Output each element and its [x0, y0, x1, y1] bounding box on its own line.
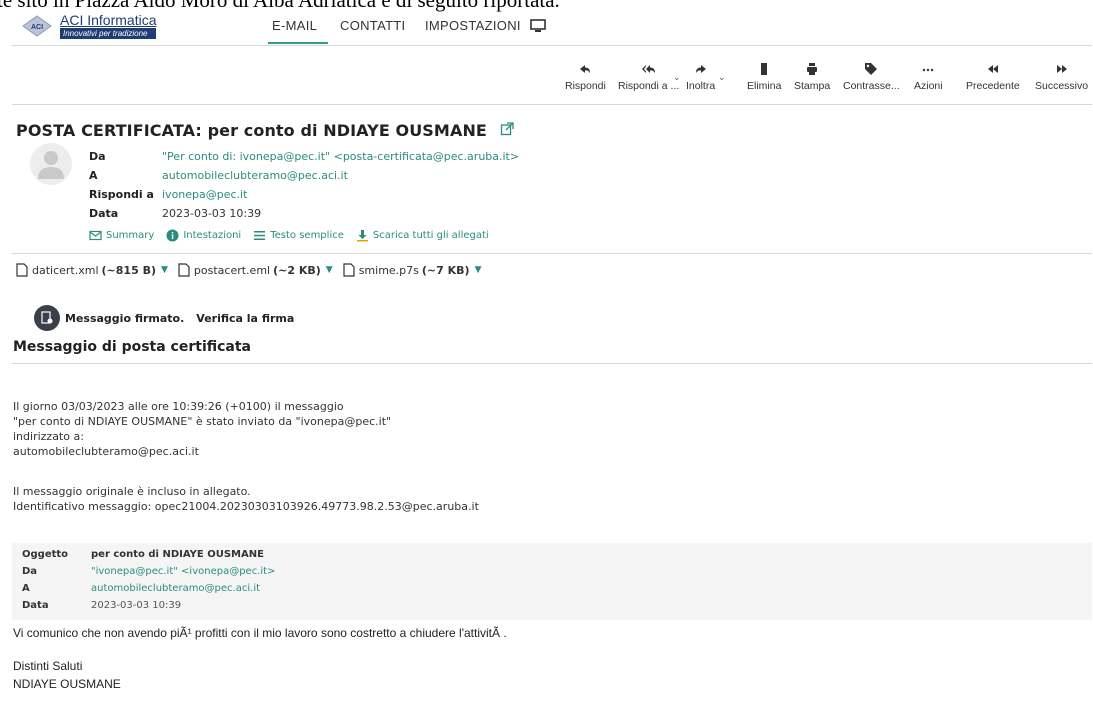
- forward-icon: [695, 65, 706, 73]
- download-all-link[interactable]: Scarica tutti gli allegati: [356, 229, 489, 242]
- chevron-down-icon[interactable]: ⌄: [673, 72, 681, 83]
- orig-subject-label: Oggetto: [22, 549, 69, 560]
- reply-all-icon: [641, 65, 655, 73]
- certificate-icon: [34, 305, 60, 331]
- nav-divider: [12, 45, 1092, 46]
- pec-paragraph-2: Il messaggio originale è incluso in alle…: [13, 485, 479, 513]
- next-button[interactable]: Successivo: [1035, 62, 1088, 92]
- reply-button[interactable]: Rispondi: [565, 62, 606, 92]
- previous-button[interactable]: Precedente: [966, 62, 1020, 92]
- summary-link[interactable]: Summary: [89, 229, 154, 242]
- from-value[interactable]: "Per conto di: ivonepa@pec.it" <posta-ce…: [162, 150, 519, 163]
- printer-icon: [807, 63, 818, 75]
- download-icon: [356, 230, 368, 242]
- tag-button[interactable]: Contrasse...: [843, 62, 900, 92]
- user-icon: [38, 151, 64, 179]
- active-tab-indicator: [268, 42, 328, 44]
- greeting: Distinti Saluti: [13, 659, 83, 673]
- attachment-item[interactable]: smime.p7s (~7 KB) ▼: [343, 263, 482, 277]
- avatar: [30, 143, 72, 185]
- fast-forward-icon: [1056, 65, 1067, 73]
- to-label: A: [89, 169, 98, 182]
- attachment-item[interactable]: daticert.xml (~815 B) ▼: [16, 263, 168, 277]
- attachments-list: daticert.xml (~815 B) ▼ postacert.eml (~…: [16, 263, 491, 277]
- reply-to-label: Rispondi a: [89, 188, 154, 201]
- date-value: 2023-03-03 10:39: [162, 207, 262, 220]
- orig-date-label: Data: [22, 600, 49, 611]
- logo-subtitle: Innovativi per tradizione: [60, 28, 157, 39]
- orig-to-value[interactable]: automobileclubteramo@pec.aci.it: [91, 583, 260, 594]
- orig-subject-value: per conto di NDIAYE OUSMANE: [91, 549, 264, 560]
- delete-button[interactable]: Elimina: [747, 62, 781, 92]
- signed-message-notice: Messaggio firmato. Verifica la firma: [34, 305, 294, 331]
- section-divider: [12, 363, 1092, 364]
- aci-logo-icon: ACI: [22, 11, 52, 41]
- orig-to-label: A: [22, 583, 30, 594]
- external-link-icon[interactable]: [500, 122, 514, 136]
- tag-icon: [865, 63, 878, 75]
- message-subject: POSTA CERTIFICATA: per conto di NDIAYE O…: [16, 121, 487, 140]
- logo-title: ACI Informatica: [60, 12, 157, 28]
- reply-icon: [580, 65, 591, 73]
- logo-mark: ACI: [31, 24, 43, 31]
- verify-signature-link[interactable]: Verifica la firma: [196, 312, 294, 325]
- headers-link[interactable]: Intestazioni: [166, 229, 241, 242]
- pec-title: Messaggio di posta certificata: [13, 339, 252, 355]
- orig-from-value[interactable]: "ivonepa@pec.it" <ivonepa@pec.it>: [91, 566, 275, 577]
- from-label: Da: [89, 150, 106, 163]
- orig-from-label: Da: [22, 566, 38, 577]
- toolbar-divider: [12, 104, 1092, 105]
- monitor-icon[interactable]: [530, 19, 546, 33]
- info-icon: [166, 229, 179, 242]
- to-value[interactable]: automobileclubteramo@pec.aci.it: [162, 169, 348, 182]
- date-label: Data: [89, 207, 119, 220]
- print-button[interactable]: Stampa: [794, 62, 830, 92]
- chevron-down-icon[interactable]: ⌄: [718, 72, 726, 83]
- tab-settings[interactable]: IMPOSTAZIONI: [425, 18, 521, 33]
- pec-paragraph-1: Il giorno 03/03/2023 alle ore 10:39:26 (…: [13, 400, 392, 458]
- tab-email[interactable]: E-MAIL: [272, 18, 317, 33]
- menu-lines-icon: [254, 231, 266, 240]
- aci-logo[interactable]: ACI ACI Informatica Innovativi per tradi…: [22, 11, 157, 41]
- caret-down-icon[interactable]: ▼: [475, 265, 482, 275]
- orig-date-value: 2023-03-03 10:39: [91, 600, 182, 611]
- file-icon: [343, 263, 355, 277]
- rewind-icon: [987, 65, 998, 73]
- header-divider: [12, 253, 1092, 254]
- envelope-icon: [89, 230, 102, 241]
- header-links: Summary Intestazioni Testo semplice Scar…: [89, 229, 501, 242]
- forward-button[interactable]: Inoltra: [686, 62, 715, 92]
- trash-icon: [761, 63, 768, 75]
- caret-down-icon[interactable]: ▼: [161, 265, 168, 275]
- file-icon: [16, 263, 28, 277]
- signed-label: Messaggio firmato.: [65, 311, 185, 325]
- file-icon: [178, 263, 190, 277]
- actions-button[interactable]: Azioni: [914, 62, 943, 92]
- attachment-item[interactable]: postacert.eml (~2 KB) ▼: [178, 263, 333, 277]
- sender-signature: NDIAYE OUSMANE: [13, 677, 121, 691]
- top-navigation: ACI ACI Informatica Innovativi per tradi…: [0, 8, 1093, 44]
- tab-contacts[interactable]: CONTATTI: [340, 18, 405, 33]
- caret-down-icon[interactable]: ▼: [326, 265, 333, 275]
- more-icon: [923, 68, 934, 72]
- original-body: Vi comunico che non avendo piÃ¹ profitti…: [13, 626, 507, 640]
- reply-to-value[interactable]: ivonepa@pec.it: [162, 188, 247, 201]
- reply-all-button[interactable]: Rispondi a ...: [618, 62, 679, 92]
- plain-text-link[interactable]: Testo semplice: [253, 229, 344, 242]
